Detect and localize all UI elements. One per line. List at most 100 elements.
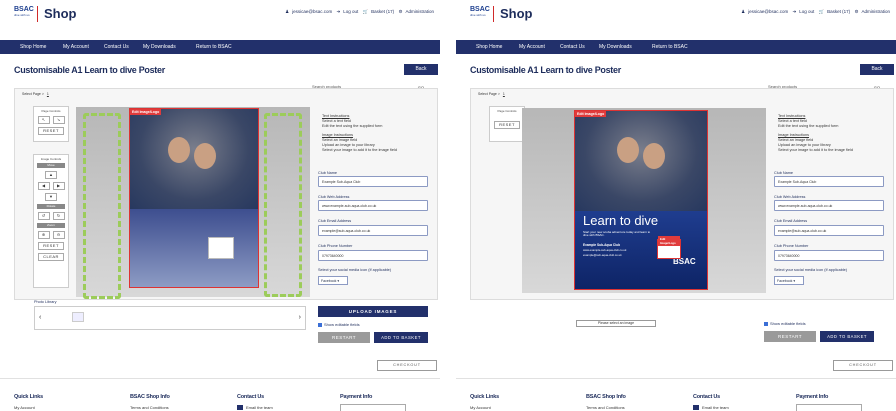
restart-button[interactable]: RESTART — [318, 332, 370, 343]
club-phone-field[interactable]: 07973640000 — [318, 250, 428, 261]
poster[interactable]: Learn to dive Start your new scuba adven… — [574, 110, 708, 290]
move-up-button[interactable]: ▲ — [45, 171, 57, 179]
user-icon: ♟ — [285, 9, 290, 14]
select-page-label: Select Page > — [478, 92, 500, 96]
footer-terms[interactable]: Terms and Conditions — [586, 405, 625, 410]
basket-link[interactable]: Basket (17) — [371, 9, 394, 14]
footer-contact: Contact Us — [237, 394, 265, 400]
show-fields-label: Show editable fields — [770, 321, 806, 326]
club-email-field[interactable]: example@sub-aqua-club.co.uk — [774, 225, 884, 236]
social-select-value: Facebook — [777, 279, 793, 283]
club-web-field[interactable]: www.example-sub-aqua-club.co.uk — [318, 200, 428, 211]
diver-face-left — [617, 137, 639, 163]
club-name-field[interactable]: Example Sub-Aqua Club — [318, 176, 428, 187]
move-right-button[interactable]: ▶ — [52, 182, 65, 190]
footer-email-team[interactable]: Email the team — [693, 405, 729, 411]
club-name-field[interactable]: Example Sub-Aqua Club — [774, 176, 884, 187]
image-clear-button[interactable]: CLEAR — [38, 253, 64, 261]
move-down-button[interactable]: ▼ — [45, 193, 57, 201]
rotate-right-button[interactable]: ↻ — [52, 212, 65, 220]
club-email-field[interactable]: example@sub-aqua-club.co.uk — [318, 225, 428, 236]
club-web-label: Club Web Address — [774, 195, 806, 199]
library-thumbnail[interactable] — [72, 312, 84, 322]
nav-shop-home[interactable]: Shop Home — [476, 44, 502, 50]
show-editable-fields[interactable]: Show editable fields — [764, 321, 806, 326]
poster-photo[interactable] — [575, 111, 707, 211]
back-button[interactable]: Back — [860, 64, 894, 75]
nav-shop-home[interactable]: Shop Home — [20, 44, 46, 50]
user-email[interactable]: jessicae@bsac.com — [292, 9, 332, 14]
logout-icon: ➜ — [792, 9, 797, 14]
footer-email-team[interactable]: Email the team — [237, 405, 273, 411]
nav-my-account[interactable]: My Account — [519, 44, 545, 50]
checkbox-icon[interactable] — [764, 321, 768, 326]
show-fields-label: Show editable fields — [324, 322, 360, 327]
nav-my-downloads[interactable]: My Downloads — [143, 44, 176, 50]
footer-shop-info: BSAC Shop Info — [586, 394, 626, 400]
page-1-link[interactable]: 1 — [47, 92, 49, 96]
edit-image-tag[interactable]: Edit Image/Logo — [130, 109, 162, 115]
zoom-in-button[interactable]: ⊕ — [37, 231, 50, 239]
club-web-label: Club Web Address — [318, 195, 350, 199]
edit-image-tag[interactable]: Edit Image/Logo — [575, 111, 607, 117]
add-to-basket-button[interactable]: ADD TO BASKET — [820, 331, 874, 342]
page-reset-button[interactable]: RESET — [38, 127, 64, 135]
logout-link[interactable]: Log out — [799, 9, 814, 14]
logout-icon: ➜ — [336, 9, 341, 14]
footer-my-account[interactable]: My Account — [14, 405, 35, 410]
poster-photo[interactable] — [130, 109, 258, 209]
image-reset-button[interactable]: RESET — [38, 242, 64, 250]
fit-height-button[interactable]: ↘ — [52, 116, 65, 124]
checkbox-icon[interactable] — [318, 322, 322, 327]
upload-images-button[interactable]: UPLOAD IMAGES — [318, 306, 428, 317]
logo-edit-tag[interactable]: Edit Image/Logo — [658, 236, 680, 246]
club-phone-field[interactable]: 07973640000 — [774, 250, 884, 261]
back-button[interactable]: Back — [404, 64, 438, 75]
user-email[interactable]: jessicae@bsac.com — [748, 9, 788, 14]
footer-my-account[interactable]: My Account — [470, 405, 491, 410]
fit-width-button[interactable]: ↖ — [37, 116, 50, 124]
nav-my-account[interactable]: My Account — [63, 44, 89, 50]
poster[interactable]: Edit Image/Logo — [129, 108, 259, 288]
logout-link[interactable]: Log out — [343, 9, 358, 14]
chevron-right-icon[interactable]: › — [299, 314, 301, 321]
admin-link[interactable]: Administration — [405, 9, 434, 14]
add-to-basket-button[interactable]: ADD TO BASKET — [374, 332, 428, 343]
footer-terms[interactable]: Terms and Conditions — [130, 405, 169, 410]
page-reset-button[interactable]: RESET — [494, 121, 520, 129]
email-icon — [237, 405, 243, 411]
logo-tagline: dive with us — [14, 13, 30, 17]
left-screen: BSAC dive with us Shop ♟ jessicae@bsac.co… — [0, 0, 440, 411]
social-select-value: Facebook — [321, 279, 337, 283]
right-screen: BSAC dive with us Shop ♟ jessicae@bsac.co… — [456, 0, 896, 411]
club-web-field[interactable]: www.example-sub-aqua-club.co.uk — [774, 200, 884, 211]
please-select-image: Please select an image — [576, 320, 656, 327]
logo-divider — [493, 6, 494, 22]
zoom-out-button[interactable]: ⊖ — [52, 231, 65, 239]
cart-icon: 🛒 — [818, 9, 825, 14]
checkout-button[interactable]: CHECKOUT — [377, 360, 437, 371]
nav-return-bsac[interactable]: Return to BSAC — [196, 44, 232, 50]
social-select[interactable]: Facebook ▾ — [318, 276, 348, 285]
restart-button[interactable]: RESTART — [764, 331, 816, 342]
basket-link[interactable]: Basket (17) — [827, 9, 850, 14]
move-left-button[interactable]: ◀ — [37, 182, 50, 190]
admin-link[interactable]: Administration — [861, 9, 890, 14]
nav-return-bsac[interactable]: Return to BSAC — [652, 44, 688, 50]
nav-my-downloads[interactable]: My Downloads — [599, 44, 632, 50]
poster-logo-box[interactable]: Edit Image/Logo — [657, 236, 681, 259]
nav-contact-us[interactable]: Contact Us — [560, 44, 585, 50]
social-select[interactable]: Facebook ▾ — [774, 276, 804, 285]
rotate-left-button[interactable]: ↺ — [37, 212, 50, 220]
footer-quick-links: Quick Links — [14, 394, 43, 400]
show-editable-fields[interactable]: Show editable fields — [318, 322, 360, 327]
bsac-logo[interactable]: BSAC dive with us — [14, 6, 34, 20]
chevron-left-icon[interactable]: ‹ — [39, 314, 41, 321]
page-1-link[interactable]: 1 — [503, 92, 505, 96]
footer-email-label: Email the team — [702, 405, 729, 410]
checkout-button[interactable]: CHECKOUT — [833, 360, 893, 371]
poster-logo-box[interactable] — [208, 237, 234, 259]
nav-contact-us[interactable]: Contact Us — [104, 44, 129, 50]
instructions: Text Instructions Select a text field Ed… — [778, 114, 853, 153]
bsac-logo[interactable]: BSAC dive with us — [470, 6, 490, 20]
